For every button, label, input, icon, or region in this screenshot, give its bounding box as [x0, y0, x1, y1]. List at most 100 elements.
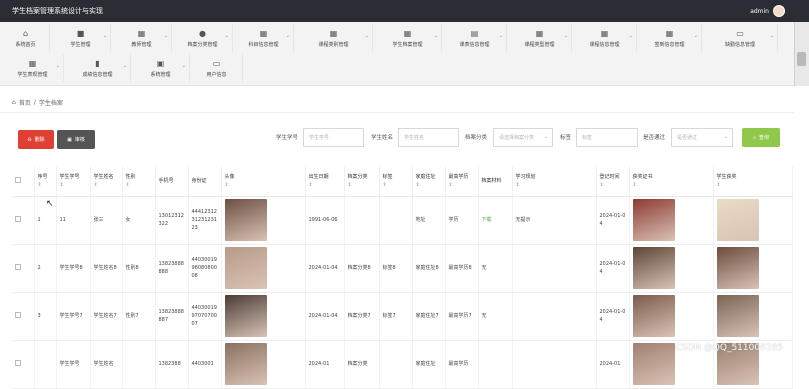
cell-phone: 13823888888	[155, 244, 188, 292]
column-header[interactable]: 学生学号⇕	[56, 166, 90, 196]
sort-icon[interactable]: ⇕	[309, 182, 341, 188]
category-select[interactable]: 请选择档案分类 ⌄	[493, 128, 553, 147]
column-header-label: 家庭住址	[416, 174, 436, 180]
row-checkbox[interactable]	[15, 216, 21, 222]
menu-item-course-category[interactable]: ▦ 课程类别管理 ⌄	[295, 24, 373, 52]
menu-item-grades[interactable]: ▮ 成绩信息管理 ⌄	[65, 54, 131, 82]
sort-icon[interactable]: ⇕	[348, 182, 376, 188]
row-checkbox-cell[interactable]	[12, 244, 34, 292]
menu-item-course-type[interactable]: ▦ 课程类型管理 ⌄	[508, 24, 572, 52]
column-header[interactable]: 获奖证书 ⇕	[629, 166, 713, 196]
column-header[interactable]: 标签⇕	[379, 166, 412, 196]
column-header[interactable]: 出生日期⇕	[305, 166, 344, 196]
award-image[interactable]	[717, 295, 759, 337]
approved-select[interactable]: 是否通过 ⌄	[671, 128, 733, 147]
menu-item-absence[interactable]: ▭ 缺勤信息管理 ⌄	[703, 24, 778, 52]
download-link[interactable]: 下载	[482, 217, 492, 223]
menu-item-students[interactable]: ■ 学生管理 ⌄	[51, 24, 111, 52]
tag-input[interactable]: 标签	[576, 128, 638, 147]
table-row[interactable]: 111张三女130123123224441231231231231231991-…	[12, 196, 792, 244]
certificate-image[interactable]	[633, 295, 675, 337]
menu-item-teachers[interactable]: ▦ 教师管理 ⌄	[112, 24, 172, 52]
grid-icon: ▦	[666, 29, 674, 39]
column-header[interactable]: 头像⇕	[221, 166, 305, 196]
avatar-image[interactable]	[225, 247, 267, 289]
row-checkbox-cell[interactable]	[12, 340, 34, 388]
column-header[interactable]: 家庭住址 ⇕	[412, 166, 445, 196]
query-button[interactable]: ⌕ 查询	[742, 128, 780, 147]
student-no-input[interactable]: 学生学号	[303, 128, 364, 147]
menu-item-subjects[interactable]: ▦ 科目信息管理 ⌄	[234, 24, 294, 52]
award-image[interactable]	[717, 247, 759, 289]
column-header-label: 获奖证书	[633, 174, 653, 180]
breadcrumb-home[interactable]: 首页	[19, 98, 31, 107]
menu-item-archive-category[interactable]: ● 档案分类管理 ⌄	[173, 24, 233, 52]
select-all-checkbox[interactable]	[15, 177, 21, 183]
sort-icon[interactable]: ⇕	[383, 182, 409, 188]
menu-scrollbar[interactable]	[794, 22, 809, 86]
scrollbar-thumb[interactable]	[797, 52, 806, 66]
column-header[interactable]: 学生姓名⇕	[90, 166, 122, 196]
sort-icon[interactable]: ⇕	[60, 182, 87, 188]
column-header[interactable]: 档案分类⇕	[344, 166, 379, 196]
menu-item-performance[interactable]: ▦ 学生表现管理 ⌄	[2, 54, 64, 82]
cell-birth: 2024-01-04	[305, 244, 344, 292]
column-header[interactable]: 档案材料	[478, 166, 512, 196]
column-header[interactable]: 手机号	[155, 166, 188, 196]
grid-icon: ▦	[536, 29, 544, 39]
menu-item-system[interactable]: ▣ 系统管理 ⌄	[132, 54, 190, 82]
sort-icon[interactable]: ⇕	[449, 182, 475, 188]
select-all-checkbox-header[interactable]	[12, 166, 34, 196]
sort-icon[interactable]: ⇕	[717, 182, 789, 188]
column-header[interactable]: 学生获奖⇕	[713, 166, 792, 196]
student-name-input[interactable]: 学生姓名	[398, 128, 459, 147]
download-link[interactable]: 无	[482, 265, 487, 271]
sort-icon[interactable]: ⇕	[225, 182, 302, 188]
audit-button[interactable]: ▣ 审核	[57, 130, 95, 149]
column-header[interactable]: 学习规划⇕	[512, 166, 596, 196]
column-header[interactable]: 序号⇕	[34, 166, 56, 196]
sort-icon[interactable]: ⇕	[38, 182, 53, 188]
menu-item-home[interactable]: ⌂ 系统首页	[2, 24, 50, 52]
main-menu: ⌂ 系统首页 ■ 学生管理 ⌄ ▦ 教师管理 ⌄ ● 档案分类管理 ⌄ ▦ 科目…	[0, 22, 794, 86]
column-header[interactable]: 身份证	[188, 166, 221, 196]
avatar[interactable]	[773, 5, 785, 17]
download-link[interactable]: 无	[482, 313, 487, 319]
row-checkbox[interactable]	[15, 264, 21, 270]
menu-item-user-info[interactable]: ▭ 用户信息	[191, 54, 243, 82]
menu-item-signin[interactable]: ▦ 签到信息管理 ⌄	[638, 24, 702, 52]
user-menu[interactable]: admin	[750, 5, 785, 17]
certificate-image[interactable]	[633, 343, 675, 385]
menu-item-student-archive[interactable]: ▦ 学生档案管理 ⌄	[374, 24, 442, 52]
award-image[interactable]	[717, 199, 759, 241]
avatar-image[interactable]	[225, 343, 267, 385]
avatar-image[interactable]	[225, 295, 267, 337]
delete-button[interactable]: ⊖ 删除	[18, 130, 54, 149]
table-row[interactable]: 3学生学号7学生姓名7性别713823888887440300199707070…	[12, 292, 792, 340]
avatar-image[interactable]	[225, 199, 267, 241]
row-checkbox-cell[interactable]	[12, 292, 34, 340]
cell-tag	[379, 340, 412, 388]
sort-icon[interactable]: ⇕	[600, 182, 626, 188]
column-header[interactable]: 登记时间⇕	[596, 166, 629, 196]
cell-category: 档案分类8	[344, 244, 379, 292]
filter-student-name-label: 学生姓名	[371, 133, 393, 141]
column-header[interactable]: 最高学历⇕	[445, 166, 478, 196]
table-row[interactable]: 2学生学号8学生姓名8性别813823888888440300199808080…	[12, 244, 792, 292]
sort-icon[interactable]: ⇕	[94, 182, 119, 188]
certificate-image[interactable]	[633, 247, 675, 289]
row-checkbox[interactable]	[15, 360, 21, 366]
row-checkbox[interactable]	[15, 312, 21, 318]
sort-icon[interactable]: ⇕	[126, 182, 152, 188]
menu-item-course-info[interactable]: ▦ 课程信息管理 ⌄	[573, 24, 637, 52]
sort-icon[interactable]: ⇕	[633, 182, 710, 188]
column-header[interactable]: 性别⇕	[122, 166, 155, 196]
cell-edu: 最高学历7	[445, 292, 478, 340]
cell-text: 2024-01-04	[600, 261, 626, 275]
sort-icon[interactable]: ⇕	[416, 182, 442, 188]
certificate-image[interactable]	[633, 199, 675, 241]
menu-item-timetable[interactable]: ▤ 课表信息管理 ⌄	[443, 24, 507, 52]
row-checkbox-cell[interactable]	[12, 196, 34, 244]
cell-text: 2024-01-04	[309, 313, 338, 319]
sort-icon[interactable]: ⇕	[516, 182, 593, 188]
